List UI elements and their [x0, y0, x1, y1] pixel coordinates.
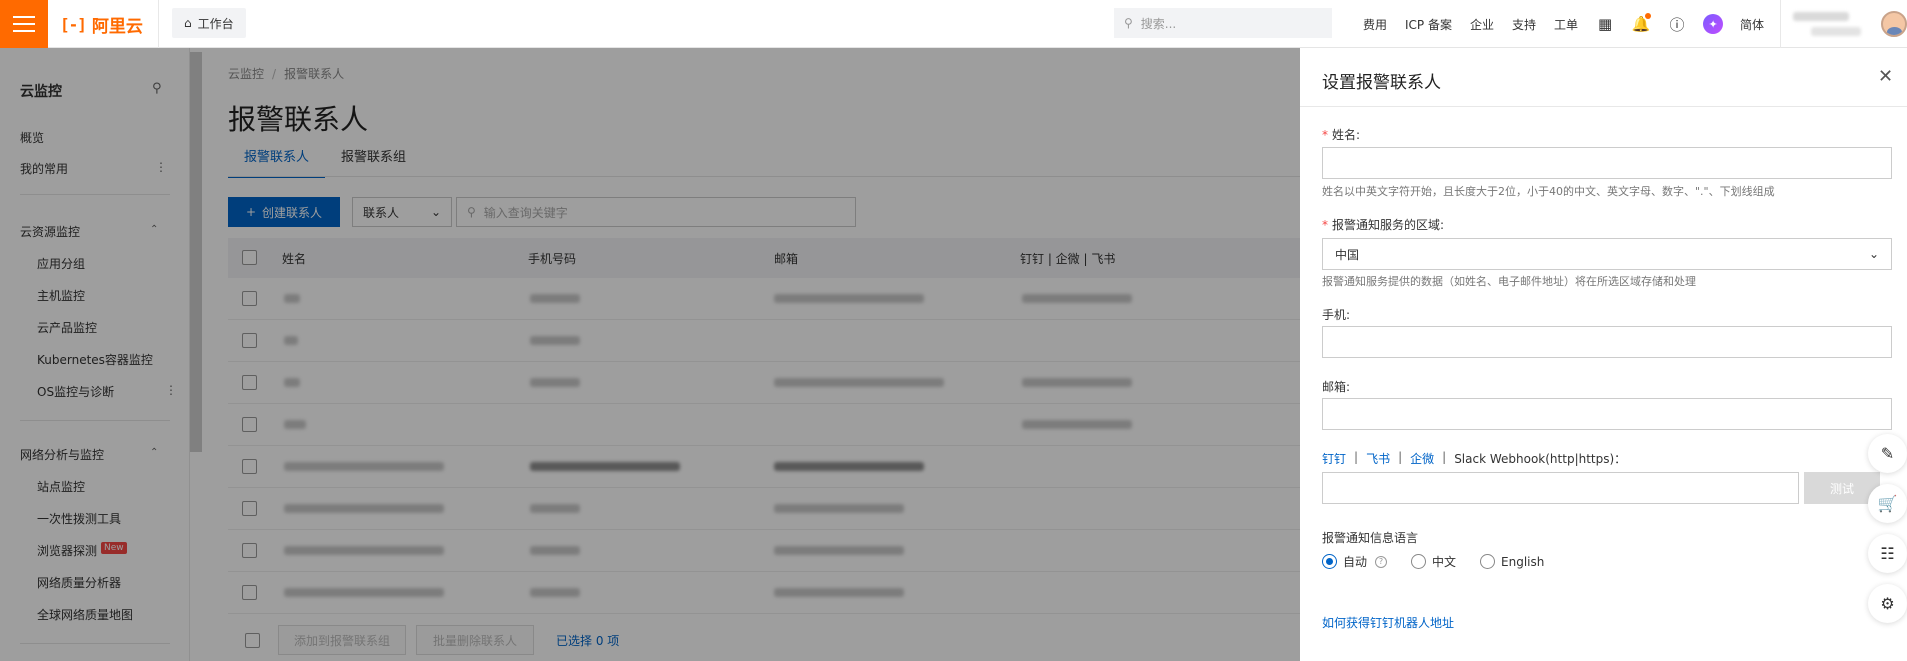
phone-label: 手机:: [1322, 308, 1351, 322]
region-select[interactable]: 中国 ⌄: [1322, 238, 1892, 270]
language-radio-group: 自动 ? 中文 English: [1322, 553, 1544, 570]
phone-field[interactable]: [1322, 326, 1892, 358]
divider: [158, 0, 159, 48]
radio-chinese-label: 中文: [1432, 555, 1457, 569]
modal-overlay[interactable]: [0, 48, 1300, 661]
radio-english[interactable]: English: [1480, 553, 1544, 570]
ai-document-icon[interactable]: ☷: [1868, 534, 1907, 573]
dingtalk-link[interactable]: 钉钉: [1322, 450, 1346, 467]
region-hint: 报警通知服务提供的数据（如姓名、电子邮件地址）将在所选区域存储和处理: [1322, 275, 1696, 288]
account-id-blurred: [1811, 27, 1861, 36]
search-placeholder: 搜索...: [1140, 16, 1177, 31]
name-hint: 姓名以中英文字符开始，且长度大于2位，小于40的中文、英文字母、数字、"."、下…: [1322, 185, 1775, 198]
set-contact-drawer: 设置报警联系人 ✕ * 姓名: 姓名以中英文字符开始，且长度大于2位，小于40的中…: [1300, 48, 1907, 661]
region-label: * 报警通知服务的区域:: [1322, 218, 1445, 232]
webhook-field[interactable]: [1322, 472, 1799, 504]
avatar[interactable]: [1881, 11, 1907, 37]
account-menu[interactable]: [1780, 0, 1907, 48]
wecom-link[interactable]: 企微: [1410, 450, 1434, 467]
nav-ticket[interactable]: 工单: [1545, 16, 1587, 33]
radio-auto-dot: [1322, 554, 1337, 569]
aliyun-logo[interactable]: [-] 阿里云: [60, 12, 143, 37]
menu-icon[interactable]: [0, 0, 48, 48]
radio-chinese-dot: [1411, 554, 1427, 569]
feishu-link[interactable]: 飞书: [1366, 450, 1390, 467]
radio-auto[interactable]: 自动 ?: [1322, 553, 1388, 570]
nav-support[interactable]: 支持: [1503, 16, 1545, 33]
drawer-title: 设置报警联系人: [1322, 73, 1441, 93]
bell-icon[interactable]: 🔔: [1623, 0, 1659, 48]
logo-mark: [-]: [60, 15, 87, 34]
terminal-icon[interactable]: ▦: [1587, 0, 1623, 48]
global-search-input[interactable]: ⚲ 搜索...: [1114, 8, 1332, 38]
help-icon[interactable]: ⓘ: [1659, 0, 1695, 48]
top-nav-links: 费用 ICP 备案 企业 支持 工单 ▦ 🔔 ⓘ ✦ 简体: [1354, 0, 1773, 48]
dingtalk-robot-help-link[interactable]: 如何获得钉钉机器人地址: [1322, 614, 1454, 631]
nav-icp[interactable]: ICP 备案: [1396, 16, 1461, 33]
chevron-down-icon: ⌄: [1868, 247, 1879, 261]
edit-icon[interactable]: ✎: [1868, 434, 1907, 473]
divider: [1300, 106, 1907, 107]
account-name-blurred: [1793, 12, 1849, 21]
radio-english-label: English: [1501, 554, 1545, 569]
radio-english-dot: [1480, 554, 1496, 569]
webhook-links: 钉钉 | 飞书 | 企微 | Slack Webhook(http|https)…: [1322, 450, 1627, 467]
radio-chinese[interactable]: 中文: [1411, 553, 1456, 570]
floating-toolbar: ✎ 🛒 ☷ ⚙: [1868, 434, 1907, 661]
name-field[interactable]: [1322, 147, 1892, 179]
nav-enterprise[interactable]: 企业: [1461, 16, 1503, 33]
cart-icon[interactable]: 🛒: [1868, 484, 1907, 523]
ai-assistant-icon[interactable]: ✦: [1695, 0, 1731, 48]
home-icon: ⌂: [184, 16, 192, 30]
help-icon[interactable]: ?: [1375, 555, 1388, 568]
email-label: 邮箱:: [1322, 380, 1351, 394]
gear-icon[interactable]: ⚙: [1868, 584, 1907, 623]
language-label: 报警通知信息语言: [1322, 531, 1419, 545]
nav-billing[interactable]: 费用: [1354, 16, 1396, 33]
name-label: * 姓名:: [1322, 128, 1361, 142]
email-field[interactable]: [1322, 398, 1892, 430]
close-icon[interactable]: ✕: [1878, 66, 1893, 87]
logo-text: 阿里云: [91, 17, 143, 37]
workbench-button[interactable]: ⌂ 工作台: [172, 8, 246, 38]
region-value: 中国: [1335, 247, 1360, 262]
name-label-text: 姓名:: [1332, 128, 1361, 142]
language-switch[interactable]: 简体: [1731, 16, 1773, 33]
top-navigation-bar: [-] 阿里云 ⌂ 工作台 ⚲ 搜索... 费用 ICP 备案 企业 支持 工单…: [0, 0, 1907, 48]
search-icon: ⚲: [1124, 16, 1133, 30]
workbench-label: 工作台: [197, 16, 234, 31]
slack-webhook-label: Slack Webhook(http|https)：: [1454, 452, 1627, 466]
radio-auto-label: 自动: [1343, 555, 1368, 569]
region-label-text: 报警通知服务的区域:: [1332, 218, 1445, 232]
